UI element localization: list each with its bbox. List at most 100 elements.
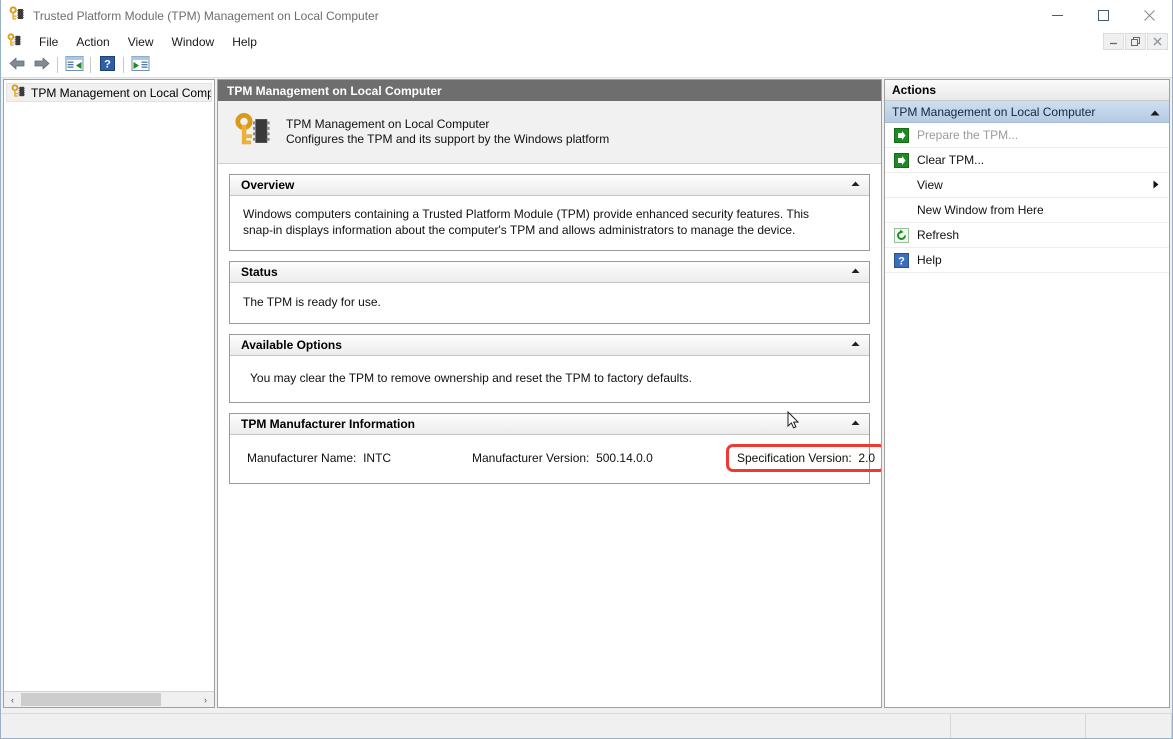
- triangle-right-icon: [1153, 180, 1159, 191]
- menu-item-view[interactable]: View: [119, 32, 163, 52]
- action-item-view-label: View: [917, 178, 943, 192]
- hero-text: TPM Management on Local Computer Configu…: [286, 117, 609, 147]
- green-arrow-icon: [892, 127, 910, 143]
- console-tree-icon: [65, 55, 84, 75]
- maximize-button[interactable]: [1080, 0, 1126, 31]
- forward-button[interactable]: [29, 54, 53, 76]
- action-item-refresh-label: Refresh: [917, 228, 960, 242]
- action-item-clear-tpm-label: Clear TPM...: [917, 153, 985, 167]
- status-bar: [1, 713, 1172, 738]
- scroll-right-arrow-icon[interactable]: ›: [197, 692, 214, 707]
- status-segment-3: [1086, 714, 1172, 738]
- mdi-close-button[interactable]: [1147, 33, 1168, 50]
- svg-text:?: ?: [104, 58, 111, 70]
- specification-version-field-highlighted: Specification Version: 2.0: [726, 444, 881, 472]
- toolbar-separator-2: [90, 56, 91, 73]
- refresh-icon: [892, 227, 910, 243]
- right-arrow-icon: [33, 56, 50, 74]
- chevron-up-icon[interactable]: [1150, 105, 1160, 119]
- tpm-management-window: Trusted Platform Module (TPM) Management…: [0, 0, 1173, 739]
- window-controls: [1034, 0, 1172, 31]
- scroll-left-arrow-icon[interactable]: ‹: [4, 692, 21, 707]
- section-tpm-manufacturer-information: TPM Manufacturer Information Manufacture…: [229, 413, 881, 484]
- manufacturer-name-label: Manufacturer Name:: [247, 451, 357, 465]
- section-tpm-manufacturer-body: Manufacturer Name: INTC Manufacturer Ver…: [230, 435, 881, 483]
- chevron-up-icon[interactable]: [851, 268, 860, 276]
- section-overview: Overview Windows computers containing a …: [229, 174, 870, 251]
- tpm-key-chip-icon: [234, 112, 272, 153]
- action-item-refresh[interactable]: Refresh: [885, 223, 1169, 248]
- specification-version-label: Specification Version:: [737, 451, 852, 465]
- toolbar-separator: [57, 56, 58, 73]
- action-item-new-window-from-here-label: New Window from Here: [917, 203, 1044, 217]
- section-available-options-body: You may clear the TPM to remove ownershi…: [250, 371, 692, 385]
- tpm-key-chip-icon: [11, 84, 26, 101]
- actions-group-header[interactable]: TPM Management on Local Computer: [885, 101, 1169, 123]
- section-tpm-manufacturer-header[interactable]: TPM Manufacturer Information: [230, 414, 869, 435]
- tree-horizontal-scrollbar[interactable]: ‹ ›: [4, 691, 214, 707]
- hero-banner: TPM Management on Local Computer Configu…: [218, 101, 881, 164]
- manufacturer-info-row: Manufacturer Name: INTC Manufacturer Ver…: [243, 444, 881, 472]
- scrollbar-track[interactable]: [21, 692, 197, 707]
- section-available-options-header[interactable]: Available Options: [230, 335, 869, 356]
- section-overview-body: Windows computers containing a Trusted P…: [243, 207, 810, 237]
- action-item-prepare-the-tpm[interactable]: Prepare the TPM...: [885, 123, 1169, 148]
- window-title: Trusted Platform Module (TPM) Management…: [33, 8, 379, 23]
- actions-pane: Actions TPM Management on Local Computer…: [884, 79, 1170, 708]
- main-header-title: TPM Management on Local Computer: [218, 80, 881, 101]
- mdi-minimize-button[interactable]: [1103, 33, 1124, 50]
- section-status: Status The TPM is ready for use.: [229, 261, 870, 324]
- manufacturer-name-field: Manufacturer Name: INTC: [247, 450, 391, 466]
- back-button[interactable]: [5, 54, 29, 76]
- chevron-up-icon[interactable]: [851, 181, 860, 189]
- toolbar: ?: [1, 52, 1172, 78]
- main-body: TPM Management on Local Computer Configu…: [218, 101, 881, 707]
- section-status-title: Status: [241, 265, 278, 279]
- title-bar: Trusted Platform Module (TPM) Management…: [1, 0, 1172, 31]
- toolbar-separator-3: [123, 56, 124, 73]
- menu-item-file[interactable]: File: [30, 32, 67, 52]
- actions-pane-title: Actions: [885, 80, 1169, 101]
- mdi-window-controls: [1103, 33, 1168, 50]
- action-item-help[interactable]: ? Help: [885, 248, 1169, 273]
- menu-item-window[interactable]: Window: [163, 32, 224, 52]
- section-status-header[interactable]: Status: [230, 262, 869, 283]
- status-segment-1: [1, 714, 951, 738]
- svg-text:?: ?: [898, 255, 905, 267]
- manufacturer-version-value: 500.14.0.0: [596, 451, 653, 465]
- panes-container: TPM Management on Local Comp ‹ › TPM Man…: [3, 79, 1170, 708]
- actions-group-label: TPM Management on Local Computer: [892, 104, 1096, 119]
- action-item-clear-tpm[interactable]: Clear TPM...: [885, 148, 1169, 173]
- chevron-up-icon[interactable]: [851, 420, 860, 428]
- action-item-new-window-from-here[interactable]: New Window from Here: [885, 198, 1169, 223]
- section-tpm-manufacturer-title: TPM Manufacturer Information: [241, 417, 416, 431]
- manufacturer-version-label: Manufacturer Version:: [472, 451, 590, 465]
- section-overview-title: Overview: [241, 178, 295, 192]
- menu-bar: File Action View Window Help: [1, 31, 1172, 52]
- tpm-key-chip-icon: [9, 6, 25, 25]
- chevron-up-icon[interactable]: [851, 341, 860, 349]
- sections-container: Overview Windows computers containing a …: [218, 164, 881, 484]
- status-segment-2: [951, 714, 1086, 738]
- hero-title: TPM Management on Local Computer: [286, 117, 490, 131]
- manufacturer-version-field: Manufacturer Version: 500.14.0.0: [472, 450, 653, 466]
- show-hide-action-pane-button[interactable]: [128, 54, 152, 76]
- minimize-button[interactable]: [1034, 0, 1080, 31]
- scrollbar-thumb[interactable]: [21, 693, 161, 706]
- close-button[interactable]: [1126, 0, 1172, 31]
- show-hide-console-tree-button[interactable]: [62, 54, 86, 76]
- console-tree-pane: TPM Management on Local Comp ‹ ›: [3, 79, 215, 708]
- tree-item-tpm-management[interactable]: TPM Management on Local Comp: [6, 83, 212, 102]
- help-button[interactable]: ?: [95, 54, 119, 76]
- section-available-options: Available Options You may clear the TPM …: [229, 334, 870, 403]
- manufacturer-name-value: INTC: [363, 451, 392, 465]
- action-item-view[interactable]: View: [885, 173, 1169, 198]
- menu-item-help[interactable]: Help: [223, 32, 266, 52]
- mdi-restore-button[interactable]: [1125, 33, 1146, 50]
- question-mark-icon: ?: [892, 252, 910, 268]
- section-overview-header[interactable]: Overview: [230, 175, 869, 196]
- main-content-pane: TPM Management on Local Computer TPM Man…: [217, 79, 882, 708]
- hero-subtitle: Configures the TPM and its support by th…: [286, 132, 610, 146]
- action-item-help-label: Help: [917, 253, 942, 267]
- menu-item-action[interactable]: Action: [67, 32, 118, 52]
